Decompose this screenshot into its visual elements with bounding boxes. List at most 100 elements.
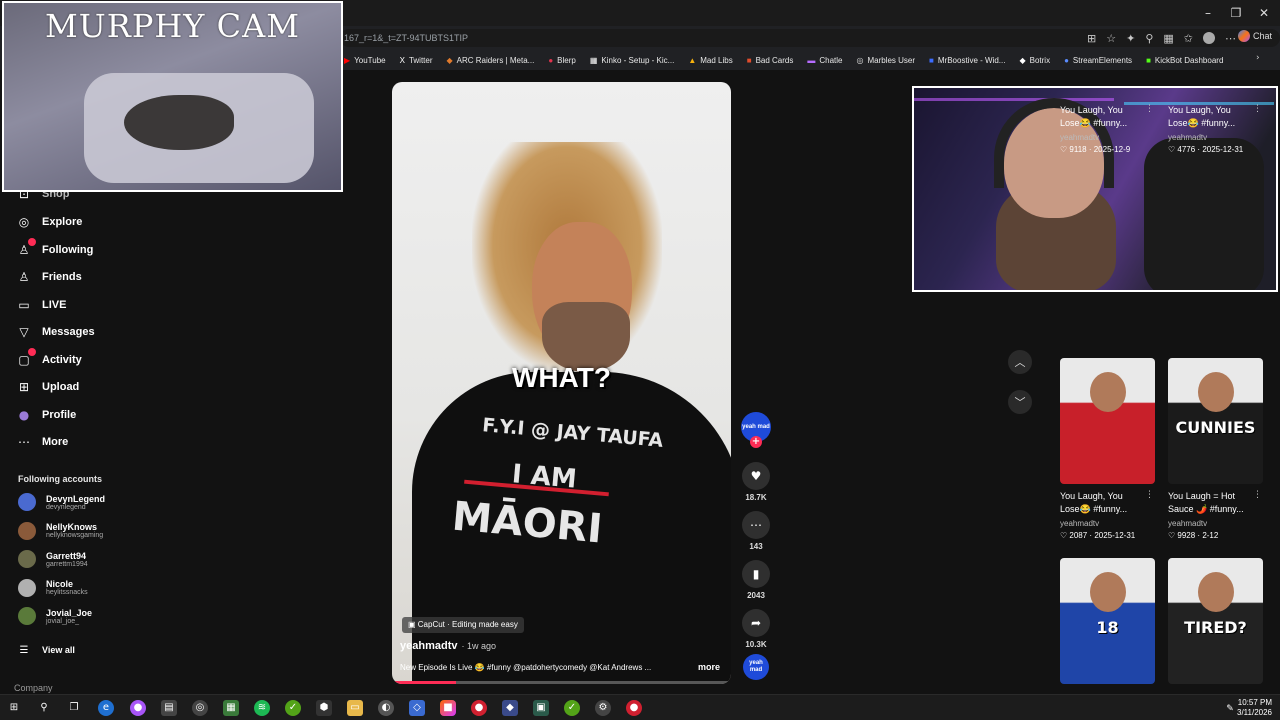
creator-avatar-button[interactable]: yeah mad + (740, 412, 772, 448)
video-card-user[interactable]: yeahmadtv (1168, 133, 1264, 142)
video-player[interactable]: F.Y.I @ JAY TAUFA I AM MĀORI WHAT? ▣ Cap… (392, 82, 731, 684)
apps-icon[interactable]: ⊞ (1087, 32, 1096, 45)
bookmark-mad-libs[interactable]: ▲ Mad Libs (688, 56, 732, 65)
bookmark-youtube[interactable]: ▶ YouTube (344, 56, 386, 65)
extension-icon[interactable]: ⚲ (1145, 32, 1153, 45)
star-icon[interactable]: ☆ (1106, 32, 1116, 45)
app-icon-6[interactable]: ◐ (378, 700, 394, 716)
video-card-user[interactable]: yeahmadtv (1060, 133, 1156, 142)
favorites-icon[interactable]: ✩ (1184, 32, 1193, 45)
bookmark-bad-cards[interactable]: ■ Bad Cards (747, 56, 794, 65)
sidebar-item-profile[interactable]: ● Profile (16, 407, 76, 423)
more-options-icon[interactable]: ⋮ (1253, 104, 1262, 114)
bookmarks-overflow-icon[interactable]: › (1256, 53, 1260, 63)
video-card[interactable]: 18 (1060, 558, 1156, 684)
video-username[interactable]: yeahmadtv · 1w ago (400, 640, 496, 652)
following-account[interactable]: NellyKnows nellyknowsgaming (18, 521, 103, 540)
more-options-icon[interactable]: ⋮ (1145, 104, 1154, 114)
following-account[interactable]: Nicole heylitssnacks (18, 578, 88, 597)
thumbnail-overlay-text: CUNNIES (1175, 418, 1256, 437)
app-icon-2[interactable]: ▤ (161, 700, 177, 716)
following-account[interactable]: Jovial_Joe jovial_joe_ (18, 607, 92, 625)
app-icon-12[interactable]: ⚙ (595, 700, 611, 716)
following-account[interactable]: Garrett94 garrettm1994 (18, 550, 88, 568)
terminal-icon[interactable]: ▣ (533, 700, 549, 716)
bookmark-kinko-setup-kic[interactable]: ▦ Kinko - Setup - Kic... (590, 56, 674, 65)
app-icon-11[interactable]: ✓ (564, 700, 580, 716)
video-thumbnail[interactable] (1060, 358, 1155, 484)
company-link[interactable]: Company (14, 683, 53, 693)
video-card[interactable]: You Laugh, You Lose😂 #funny... ⋮ yeahmadtv… (1060, 98, 1156, 154)
sidebar-item-more[interactable]: ⋯ More (16, 434, 68, 450)
save-button[interactable]: ▮ 2043 (740, 560, 772, 600)
bookmark-chatle[interactable]: ▬ Chatle (807, 56, 842, 65)
blerp-icon: ● (548, 55, 554, 65)
app-icon-3[interactable]: ◎ (192, 700, 208, 716)
close-icon[interactable]: ✕ (1252, 4, 1276, 22)
app-icon-7[interactable]: ◇ (409, 700, 425, 716)
previous-video-button[interactable]: ︿ (1008, 350, 1032, 374)
extension-icon-2[interactable]: ▦ (1163, 32, 1173, 45)
live-icon: ▭ (18, 297, 30, 312)
app-icon-9[interactable]: ● (471, 700, 487, 716)
pen-icon[interactable]: ✎ (1222, 701, 1238, 717)
video-thumbnail[interactable]: 18 (1060, 558, 1155, 684)
minecraft-icon[interactable]: ▦ (223, 700, 239, 716)
app-icon-4[interactable]: ✓ (285, 700, 301, 716)
bookmark-twitter[interactable]: X Twitter (400, 56, 433, 65)
profile-avatar-icon[interactable] (1203, 32, 1215, 44)
next-video-button[interactable]: ﹀ (1008, 390, 1032, 414)
bookmark-streamelements[interactable]: ● StreamElements (1064, 56, 1132, 65)
sidebar-item-friends[interactable]: ♙ Friends (16, 269, 82, 285)
video-card[interactable]: You Laugh, You Lose😂 #funny... ⋮ yeahmadtv… (1168, 98, 1264, 154)
share-button[interactable]: ➦ 10.3K (740, 609, 772, 649)
maximize-icon[interactable]: ❐ (1224, 4, 1248, 22)
comment-button[interactable]: ⋯ 143 (740, 511, 772, 551)
video-card[interactable]: CUNNIES You Laugh = Hot Sauce 🌶️ #funny..… (1168, 358, 1264, 540)
music-disc-button[interactable]: yeah mad (740, 654, 772, 680)
minimize-icon[interactable]: – (1196, 4, 1220, 22)
video-progress-bar[interactable] (392, 681, 731, 684)
more-options-icon[interactable]: ⋮ (1253, 490, 1262, 500)
spotify-icon[interactable]: ≋ (254, 700, 270, 716)
system-clock[interactable]: 10:57 PM 3/11/2026 (1237, 698, 1272, 718)
video-card-user[interactable]: yeahmadtv (1060, 519, 1156, 528)
video-thumbnail[interactable]: CUNNIES (1168, 358, 1263, 484)
app-icon-13[interactable]: ● (626, 700, 642, 716)
app-icon-10[interactable]: ◆ (502, 700, 518, 716)
capcut-tag[interactable]: ▣ CapCut · Editing made easy (402, 617, 524, 633)
bookmark-blerp[interactable]: ● Blerp (548, 56, 576, 65)
app-icon-8[interactable]: ■ (440, 700, 456, 716)
bookmark-mrboostive-wid[interactable]: ■ MrBoostive - Wid... (929, 56, 1005, 65)
video-thumbnail[interactable]: TIRED? (1168, 558, 1263, 684)
view-all-button[interactable]: ☰ View all (16, 642, 75, 658)
more-button[interactable]: more (698, 662, 720, 672)
video-card[interactable]: TIRED? (1168, 558, 1264, 684)
file-explorer-icon[interactable]: ▭ (347, 700, 363, 716)
sidebar-item-messages[interactable]: ▽ Messages (16, 324, 94, 340)
bookmark-kickbot-dashboard[interactable]: ■ KickBot Dashboard (1146, 56, 1223, 65)
video-card-user[interactable]: yeahmadtv (1168, 519, 1264, 528)
follow-plus-icon[interactable]: + (750, 436, 762, 448)
video-card[interactable]: You Laugh, You Lose😂 #funny... ⋮ yeahmadtv… (1060, 358, 1156, 540)
menu-icon[interactable]: ⋯ (1225, 32, 1236, 45)
following-account[interactable]: DevynLegend devynlegend (18, 493, 105, 511)
more-options-icon[interactable]: ⋮ (1145, 490, 1154, 500)
copilot-chat-button[interactable]: Chat (1237, 30, 1272, 42)
sidebar-item-explore[interactable]: ◎ Explore (16, 214, 83, 230)
sidebar-item-upload[interactable]: ⊞ Upload (16, 379, 79, 395)
sidebar-item-following[interactable]: ♙ Following (16, 237, 93, 258)
task-view-icon[interactable]: ❐ (66, 700, 82, 716)
app-icon-1[interactable]: ● (130, 700, 146, 716)
sidebar-item-activity[interactable]: ▢ Activity (16, 347, 82, 368)
search-icon[interactable]: ⚲ (36, 700, 52, 716)
app-icon-5[interactable]: ⬢ (316, 700, 332, 716)
sidebar-item-live[interactable]: ▭ LIVE (16, 297, 66, 313)
like-button[interactable]: ♥ 18.7K (740, 462, 772, 502)
bookmark-arc-raiders-meta[interactable]: ◆ ARC Raiders | Meta... (447, 56, 535, 65)
windows-start-icon[interactable]: ⊞ (6, 700, 22, 716)
bookmark-marbles-user[interactable]: ◎ Marbles User (856, 56, 915, 65)
extensions-icon[interactable]: ✦ (1126, 32, 1135, 45)
edge-icon[interactable]: e (98, 700, 114, 716)
bookmark-botrix[interactable]: ◆ Botrix (1019, 56, 1050, 65)
